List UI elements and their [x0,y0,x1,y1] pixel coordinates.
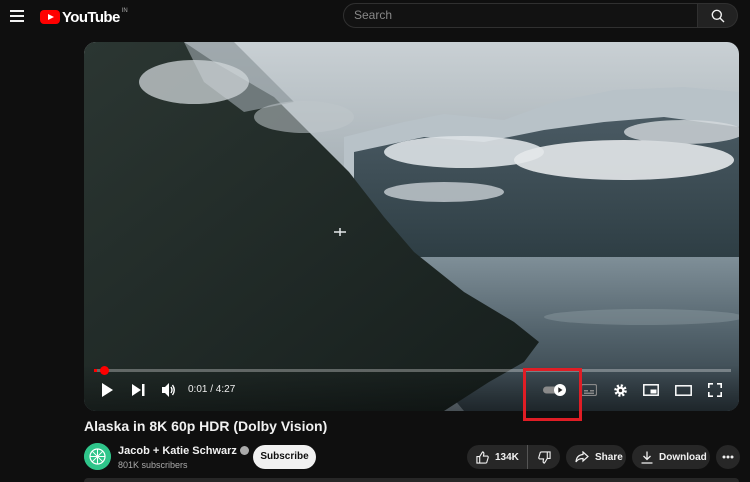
description-panel-edge [84,478,739,482]
more-actions-button[interactable] [716,445,740,469]
download-icon [641,451,653,464]
volume-icon [161,383,175,397]
like-button[interactable]: 134K [467,445,528,469]
search-button[interactable] [698,3,738,28]
menu-icon[interactable] [8,8,26,24]
video-title: Alaska in 8K 60p HDR (Dolby Vision) [84,418,328,434]
play-icon [102,383,113,397]
settings-button[interactable] [609,378,631,402]
fullscreen-icon [708,383,722,397]
video-frame[interactable] [84,42,739,411]
search-input[interactable]: Search [343,3,698,28]
share-label: Share [595,451,623,463]
dislike-button[interactable] [528,445,560,469]
progress-fill [94,369,97,372]
settings-icon [613,383,627,397]
theater-icon [674,384,692,396]
scrubber-handle[interactable] [100,366,109,375]
share-button[interactable]: Share [566,445,626,469]
miniplayer-button[interactable] [640,378,662,402]
miniplayer-icon [643,384,659,396]
youtube-logo[interactable]: YouTube IN [40,7,128,27]
progress-bar[interactable] [94,366,731,375]
avatar-icon [84,443,111,470]
player-controls: 0:01 / 4:27 [84,365,739,411]
channel-name[interactable]: Jacob + Katie Schwarz [118,445,249,457]
mute-button[interactable] [158,378,180,402]
like-count: 134K [495,451,519,463]
verified-icon [239,446,249,455]
channel-avatar[interactable] [84,443,111,470]
play-button[interactable] [96,378,118,402]
logo-country-code: IN [121,8,128,14]
youtube-logo-icon [40,10,60,24]
masthead: YouTube IN Search [0,0,750,34]
search-icon [711,9,725,23]
logo-text: YouTube [62,8,120,26]
next-button[interactable] [127,378,149,402]
download-label: Download [659,451,707,463]
video-player[interactable]: 0:01 / 4:27 [84,42,739,411]
download-button[interactable]: Download [632,445,710,469]
next-icon [131,384,144,396]
captions-icon [581,384,597,396]
like-icon [476,450,489,464]
share-icon [575,451,589,463]
theater-mode-button[interactable] [672,378,694,402]
channel-name-text[interactable]: Jacob + Katie Schwarz [118,445,237,457]
annotation-highlight-box [523,368,582,421]
subscribe-button[interactable]: Subscribe [253,445,316,469]
more-icon [722,455,734,459]
subscriber-count: 801K subscribers [118,460,188,470]
dislike-icon [537,450,551,464]
time-display: 0:01 / 4:27 [188,384,236,395]
like-dislike-group: 134K [467,445,560,469]
fullscreen-button[interactable] [704,378,726,402]
